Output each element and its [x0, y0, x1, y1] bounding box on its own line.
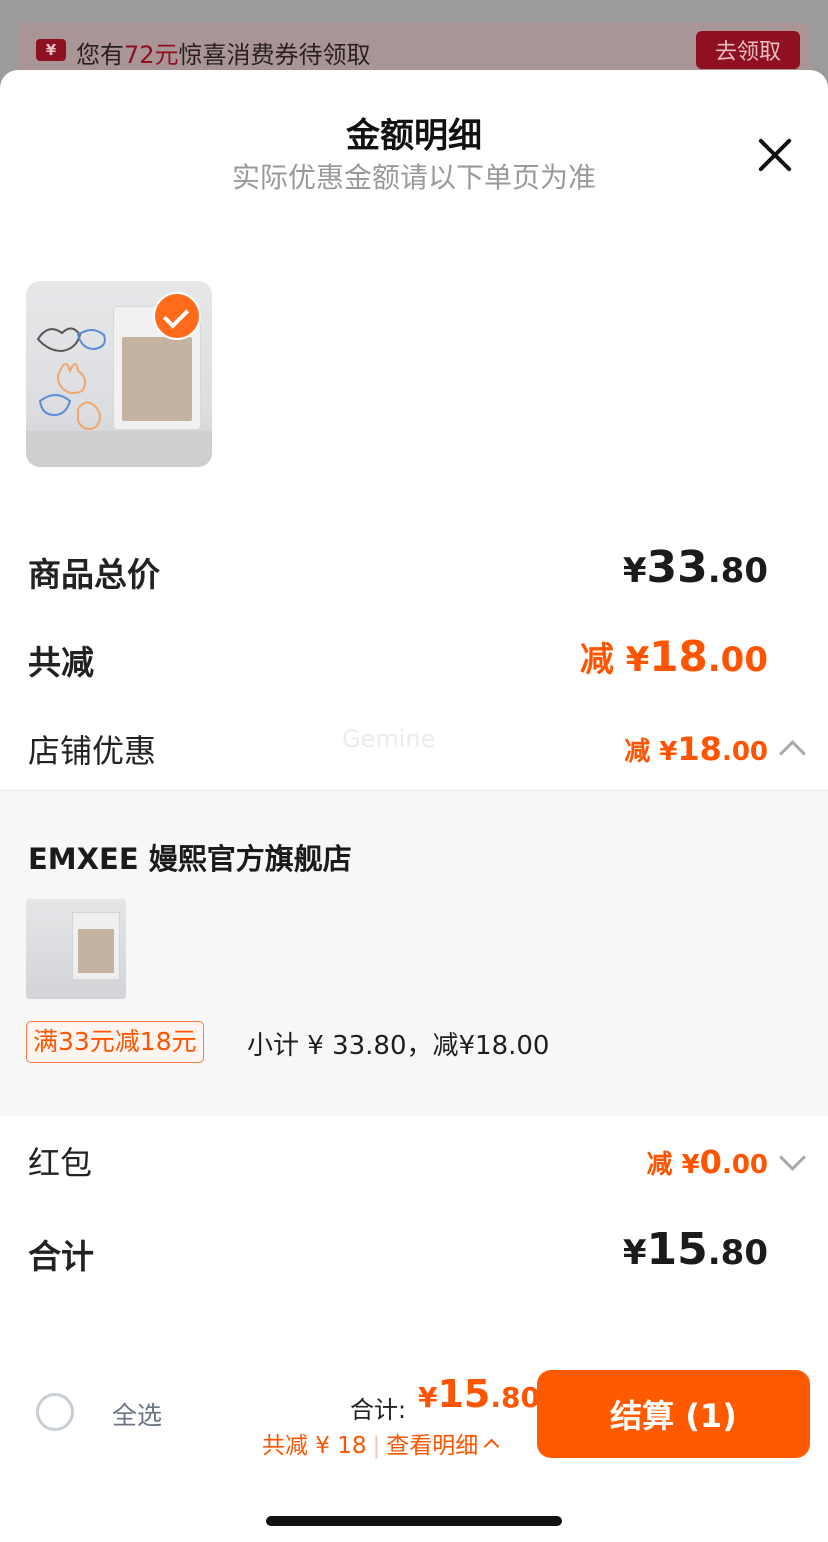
view-detail-link[interactable]: 查看明细 — [386, 1433, 478, 1459]
amount-detail-sheet: 金额明细 实际优惠金额请以下单页为准 商品总价 ¥33.80 共减 减 ¥18.… — [0, 70, 828, 1542]
red-packet-prefix: 减 ¥ — [646, 1150, 700, 1180]
shop-discount-panel: EMXEE 嫚熙官方旗舰店 满33元减18元 小计 ¥ 33.80，减¥18.0… — [0, 790, 828, 1116]
selected-check-icon[interactable] — [153, 292, 201, 340]
coupon-suffix: 惊喜消费券待领取 — [178, 41, 371, 69]
chevron-down-icon[interactable] — [779, 1144, 806, 1171]
footer-total-value: ¥15.80 — [418, 1372, 540, 1416]
shop-name: EMXEE 嫚熙官方旗舰店 — [28, 842, 352, 876]
store-discount-dec: .00 — [721, 737, 768, 767]
divider: | — [372, 1433, 381, 1459]
sum-dec: .80 — [707, 1233, 768, 1273]
store-discount-label: 店铺优惠 — [28, 732, 157, 770]
sum-currency: ¥ — [622, 1233, 647, 1273]
footer-total-int: 15 — [437, 1372, 491, 1416]
goods-total-label: 商品总价 — [28, 555, 160, 594]
total-discount-value: 减 ¥18.00 — [580, 632, 768, 681]
goods-total-int: 33 — [646, 542, 708, 593]
shop-product-thumb[interactable] — [26, 899, 126, 999]
home-indicator — [266, 1516, 562, 1526]
total-discount-int: 18 — [649, 632, 708, 681]
goods-total-currency: ¥ — [622, 551, 647, 591]
promo-tag: 满33元减18元 — [26, 1021, 204, 1063]
watermark: Gemine — [342, 725, 436, 753]
product-image-shelf — [26, 431, 212, 467]
coupon-unit: 元 — [154, 41, 179, 69]
sum-label: 合计 — [28, 1237, 94, 1276]
store-discount-prefix: 减 ¥ — [624, 737, 678, 767]
store-discount-int: 18 — [677, 730, 722, 768]
select-all-label[interactable]: 全选 — [112, 1396, 162, 1432]
red-packet-int: 0 — [699, 1143, 722, 1181]
total-discount-prefix: 减 ¥ — [579, 640, 650, 680]
coupon-text: 您有72元惊喜消费券待领取 — [76, 35, 371, 70]
goods-total-value: ¥33.80 — [623, 542, 768, 593]
sheet-subtitle: 实际优惠金额请以下单页为准 — [231, 161, 596, 194]
sheet-title: 金额明细 — [346, 116, 482, 156]
chevron-up-icon[interactable] — [779, 740, 806, 767]
checkout-button[interactable]: 结算 (1) — [537, 1370, 810, 1458]
coupon-icon: ¥ — [36, 39, 66, 61]
footer-discount-text: 共减 ¥ 18 — [262, 1433, 367, 1459]
footer-total-label: 合计: — [350, 1396, 407, 1424]
claim-coupon-button[interactable]: 去领取 — [696, 31, 800, 69]
total-discount-label: 共减 — [28, 643, 94, 682]
chevron-up-icon[interactable] — [484, 1438, 500, 1455]
red-packet-value[interactable]: 减 ¥0.00 — [647, 1143, 768, 1181]
coupon-prefix: 您有 — [76, 41, 124, 69]
coupon-amount: 72 — [124, 41, 155, 69]
total-discount-dec: .00 — [707, 640, 768, 680]
footer-discount-row: 共减 ¥ 18 | 查看明细 — [262, 1426, 500, 1460]
close-icon[interactable] — [752, 132, 798, 178]
product-package — [73, 913, 119, 979]
red-packet-dec: .00 — [721, 1150, 768, 1180]
store-discount-value[interactable]: 减 ¥18.00 — [624, 730, 768, 768]
footer-total-currency: ¥ — [418, 1381, 438, 1414]
red-packet-label: 红包 — [28, 1144, 93, 1182]
footer-total-dec: .80 — [490, 1381, 540, 1414]
sum-int: 15 — [646, 1224, 708, 1275]
shop-subtotal: 小计 ¥ 33.80，减¥18.00 — [247, 1031, 550, 1061]
goods-total-dec: .80 — [707, 551, 768, 591]
sum-value: ¥15.80 — [623, 1224, 768, 1275]
select-all-checkbox[interactable] — [36, 1393, 74, 1431]
